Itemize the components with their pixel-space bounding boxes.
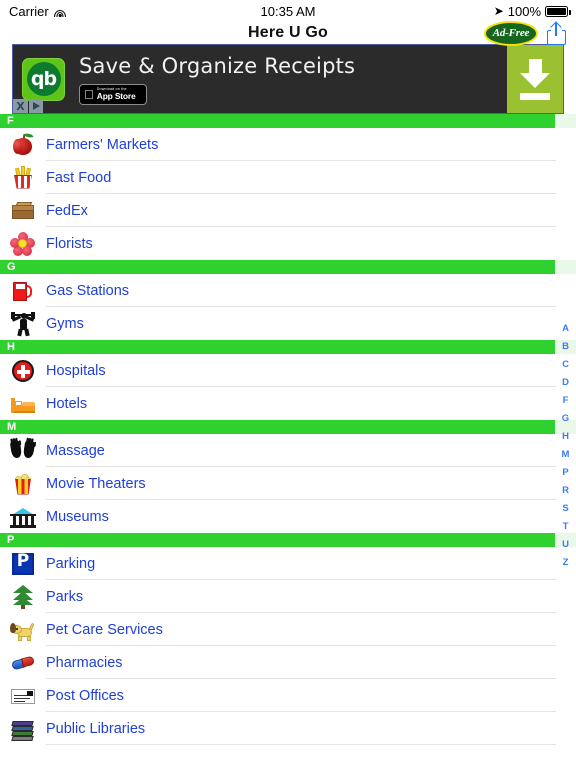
medical-cross-icon — [0, 359, 46, 383]
quickbooks-logo-icon: qb — [22, 57, 65, 101]
list-item-label: Florists — [46, 235, 93, 252]
download-arrow-shaft — [528, 58, 542, 73]
apple-logo-icon:  — [84, 88, 94, 101]
list-item[interactable]: Fast Food — [0, 161, 576, 194]
list-item[interactable]: FedEx — [0, 194, 576, 227]
list-item-label: Gyms — [46, 315, 84, 332]
section-index-letter-u[interactable]: U — [562, 536, 569, 554]
download-arrow-icon — [519, 58, 551, 100]
ad-install-button[interactable] — [507, 45, 563, 113]
list-item[interactable]: Public Libraries — [0, 712, 576, 745]
list-item-label: Parks — [46, 588, 84, 605]
share-icon[interactable] — [547, 20, 566, 45]
list-item[interactable]: Hotels — [0, 387, 576, 420]
section-header-p: P — [0, 533, 555, 547]
pill-icon — [0, 651, 46, 675]
list-item-label: Hospitals — [46, 362, 106, 379]
section-index-letter-b[interactable]: B — [562, 338, 569, 356]
section-index-letter-a[interactable]: A — [562, 320, 569, 338]
adchoices-triangle-icon — [32, 102, 40, 110]
list-item-label: Gas Stations — [46, 282, 130, 299]
list-item[interactable]: Hospitals — [0, 354, 576, 387]
list-item-label: Pet Care Services — [46, 621, 163, 638]
ad-content: Save & Organize Receipts  Download on t… — [65, 45, 507, 113]
list-item-label: Farmers' Markets — [46, 136, 159, 153]
close-icon[interactable]: X — [13, 99, 28, 113]
parking-sign-icon: P — [0, 552, 46, 576]
list-item[interactable]: Pharmacies — [0, 646, 576, 679]
section-index-letter-m[interactable]: M — [562, 446, 570, 464]
ad-controls: X — [13, 99, 43, 113]
list-item-label: FedEx — [46, 202, 88, 219]
section-header-h: H — [0, 340, 555, 354]
section-index-letter-r[interactable]: R — [562, 482, 569, 500]
list-item[interactable]: Museums — [0, 500, 576, 533]
dog-icon — [0, 618, 46, 642]
list-item-label: Parking — [46, 555, 96, 572]
adchoices-icon[interactable] — [29, 99, 43, 113]
list-item[interactable]: Gyms — [0, 307, 576, 340]
list-item[interactable]: Florists — [0, 227, 576, 260]
list-item-label: Hotels — [46, 395, 88, 412]
section-header-m: M — [0, 420, 555, 434]
list-item[interactable]: Farmers' Markets — [0, 128, 576, 161]
popcorn-icon — [0, 472, 46, 496]
navigation-bar-actions: Ad-Free — [484, 20, 566, 46]
list-item-label: Pharmacies — [46, 654, 123, 671]
evergreen-tree-icon — [0, 584, 46, 609]
section-index-letter-d[interactable]: D — [562, 374, 569, 392]
app-store-badge-text: Download on the App Store — [87, 87, 136, 101]
section-index-letter-z[interactable]: Z — [563, 554, 569, 572]
download-arrow-baseline — [520, 92, 550, 100]
apple-icon — [0, 131, 46, 157]
app-store-badge[interactable]:  Download on the App Store — [79, 83, 147, 105]
list-item-label: Public Libraries — [46, 720, 146, 737]
section-index-scrubber[interactable]: ABCDFGHMPRSTUZ — [555, 114, 576, 750]
navigation-bar: Here U Go Ad-Free — [0, 20, 576, 46]
section-index-letter-g[interactable]: G — [562, 410, 569, 428]
battery-icon — [545, 5, 571, 17]
package-box-icon — [0, 199, 46, 223]
location-arrow-icon: ➤ — [493, 4, 504, 18]
section-header-g: G — [0, 260, 555, 274]
list-item[interactable]: Post Offices — [0, 679, 576, 712]
section-index-letter-p[interactable]: P — [562, 464, 568, 482]
envelope-icon — [0, 684, 46, 708]
section-index-letter-h[interactable]: H — [562, 428, 569, 446]
list-item[interactable]: Massage — [0, 434, 576, 467]
list-item[interactable]: Parks — [0, 580, 576, 613]
section-index-letter-s[interactable]: S — [562, 500, 568, 518]
classical-building-icon — [0, 505, 46, 529]
list-item-label: Museums — [46, 508, 109, 525]
section-index-letter-f[interactable]: F — [563, 392, 569, 410]
ad-free-button[interactable]: Ad-Free — [484, 20, 538, 46]
quickbooks-logo-text: qb — [26, 62, 61, 96]
section-index-letter-t[interactable]: T — [563, 518, 569, 536]
list-item-label: Post Offices — [46, 687, 124, 704]
list-item[interactable]: Gas Stations — [0, 274, 576, 307]
category-list[interactable]: F Farmers' Markets Fast Food FedEx Flori… — [0, 114, 576, 750]
hands-icon — [0, 436, 46, 463]
flower-icon — [0, 231, 46, 256]
fuel-pump-icon — [0, 279, 46, 303]
list-item-label: Fast Food — [46, 169, 112, 186]
section-header-f: F — [0, 114, 555, 128]
books-icon — [0, 717, 46, 741]
list-item-label: Massage — [46, 442, 105, 459]
download-arrow-tip — [520, 72, 550, 88]
app-store-badge-line2: App Store — [87, 90, 136, 101]
advertisement-banner[interactable]: qb Save & Organize Receipts  Download o… — [12, 44, 564, 114]
list-item[interactable]: Movie Theaters — [0, 467, 576, 500]
ad-headline: Save & Organize Receipts — [79, 53, 356, 78]
status-bar-time: 10:35 AM — [260, 3, 316, 19]
section-index-letter-c[interactable]: C — [562, 356, 569, 374]
bed-icon — [0, 392, 46, 416]
list-item[interactable]: Pet Care Services — [0, 613, 576, 646]
weightlifter-icon — [0, 311, 46, 336]
list-item-label: Movie Theaters — [46, 475, 146, 492]
list-item[interactable]: P Parking — [0, 547, 576, 580]
status-bar: Carrier 10:35 AM ➤ 100% — [0, 0, 576, 22]
fries-icon — [0, 165, 46, 190]
